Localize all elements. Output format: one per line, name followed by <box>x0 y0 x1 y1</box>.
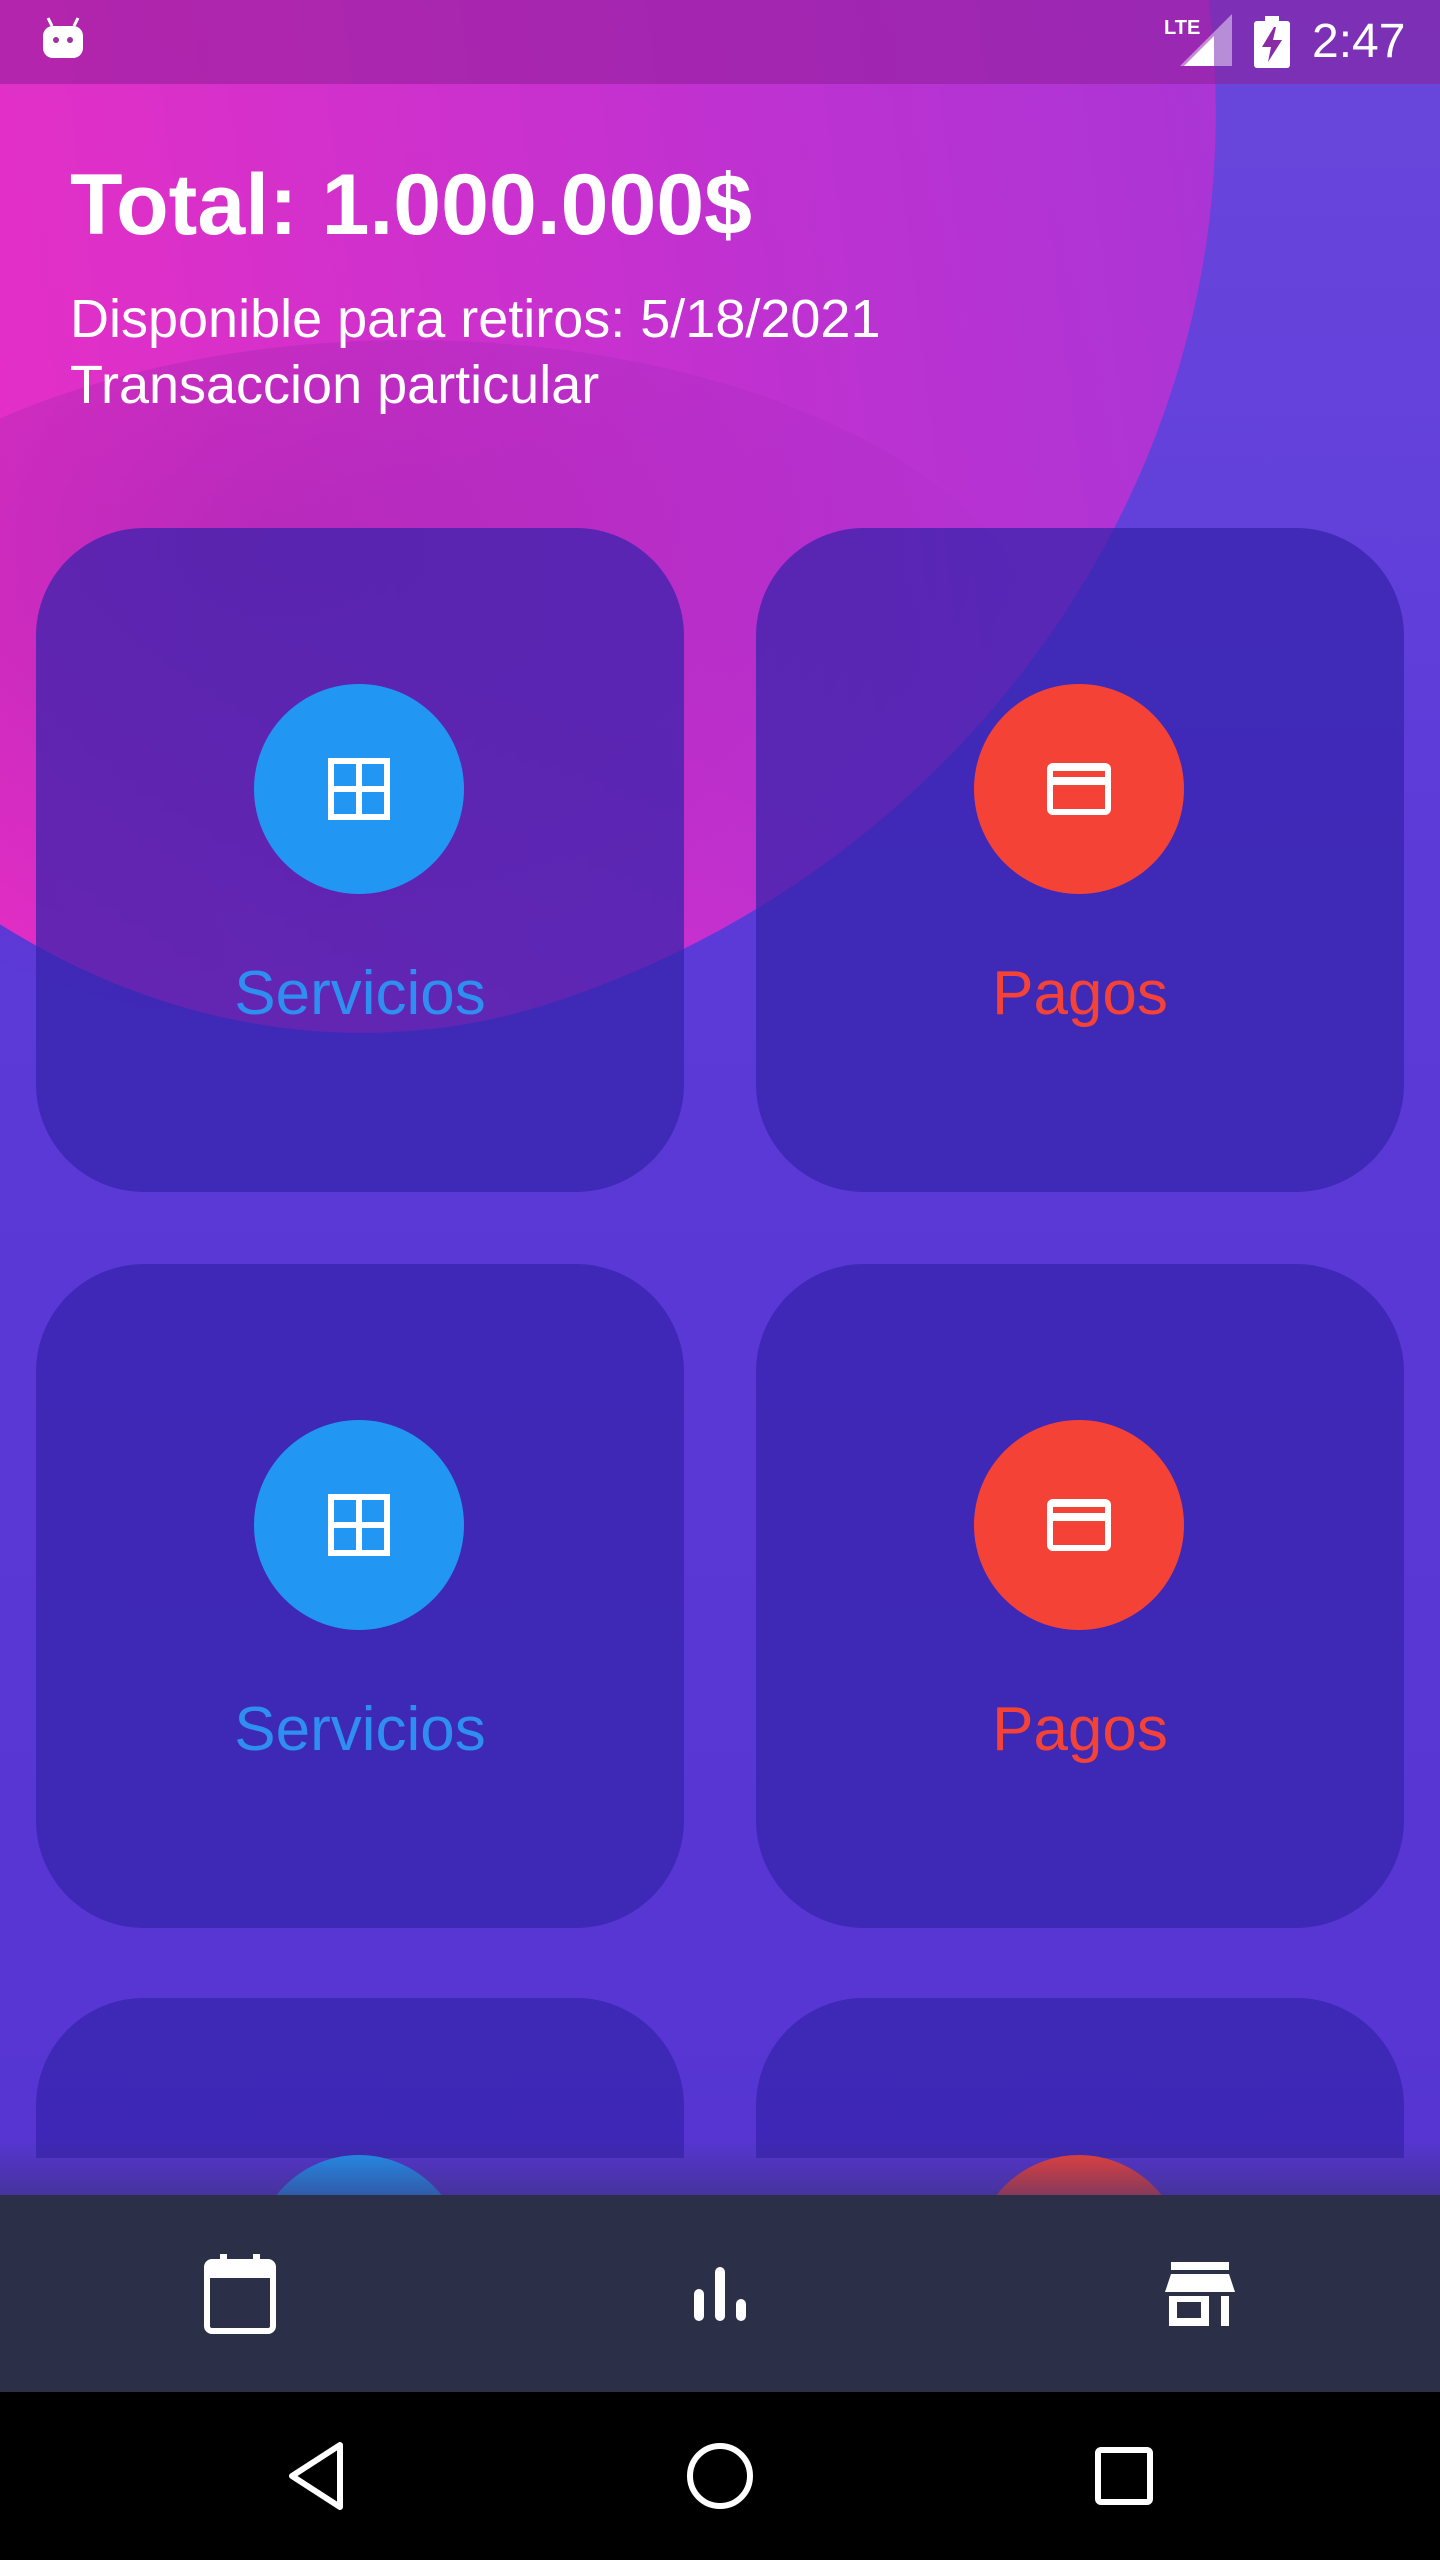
total-balance: Total: 1.000.000$ <box>70 157 752 253</box>
card-icon-circle <box>254 684 464 894</box>
home-icon <box>687 2443 753 2509</box>
bottom-navigation <box>0 2195 1440 2392</box>
credit-card-icon <box>1047 1499 1111 1551</box>
nav-calendar[interactable] <box>0 2195 480 2392</box>
home-button[interactable] <box>640 2392 800 2560</box>
card-label: Servicios <box>234 1695 486 1764</box>
card-icon-circle <box>974 684 1184 894</box>
grid-icon <box>328 758 390 820</box>
android-icon <box>43 17 83 58</box>
lte-signal-icon: LTE <box>1164 14 1232 66</box>
card-pagos[interactable]: Pagos <box>756 1264 1404 1928</box>
card-servicios[interactable]: Servicios <box>36 1264 684 1928</box>
back-icon <box>289 2442 343 2510</box>
transaction-type: Transaccion particular <box>70 355 600 415</box>
card-label: Pagos <box>992 1695 1168 1764</box>
card-servicios[interactable]: Servicios <box>36 528 684 1192</box>
nav-store[interactable] <box>960 2195 1440 2392</box>
system-navigation-bar <box>0 2392 1440 2560</box>
back-button[interactable] <box>236 2392 396 2560</box>
card-label: Pagos <box>992 959 1168 1028</box>
recents-icon <box>1095 2447 1153 2505</box>
bar-chart-icon <box>694 2266 746 2321</box>
card-partial[interactable] <box>756 1998 1404 2158</box>
status-bar: LTE 2:47 <box>0 0 1440 84</box>
calendar-icon <box>204 2253 276 2334</box>
card-pagos[interactable]: Pagos <box>756 528 1404 1192</box>
svg-text:LTE: LTE <box>1164 17 1200 39</box>
grid-icon <box>328 1494 390 1556</box>
card-icon-circle <box>974 1420 1184 1630</box>
store-icon <box>1165 2261 1235 2326</box>
card-label: Servicios <box>234 959 486 1028</box>
recents-button[interactable] <box>1044 2392 1204 2560</box>
status-time: 2:47 <box>1312 15 1406 68</box>
battery-charging-icon <box>1254 16 1290 68</box>
card-icon-circle <box>254 1420 464 1630</box>
card-partial[interactable] <box>36 1998 684 2158</box>
nav-stats[interactable] <box>480 2195 960 2392</box>
withdrawal-date: Disponible para retiros: 5/18/2021 <box>70 289 881 349</box>
credit-card-icon <box>1047 763 1111 815</box>
balance-header: Total: 1.000.000$ Disponible para retiro… <box>70 150 881 418</box>
